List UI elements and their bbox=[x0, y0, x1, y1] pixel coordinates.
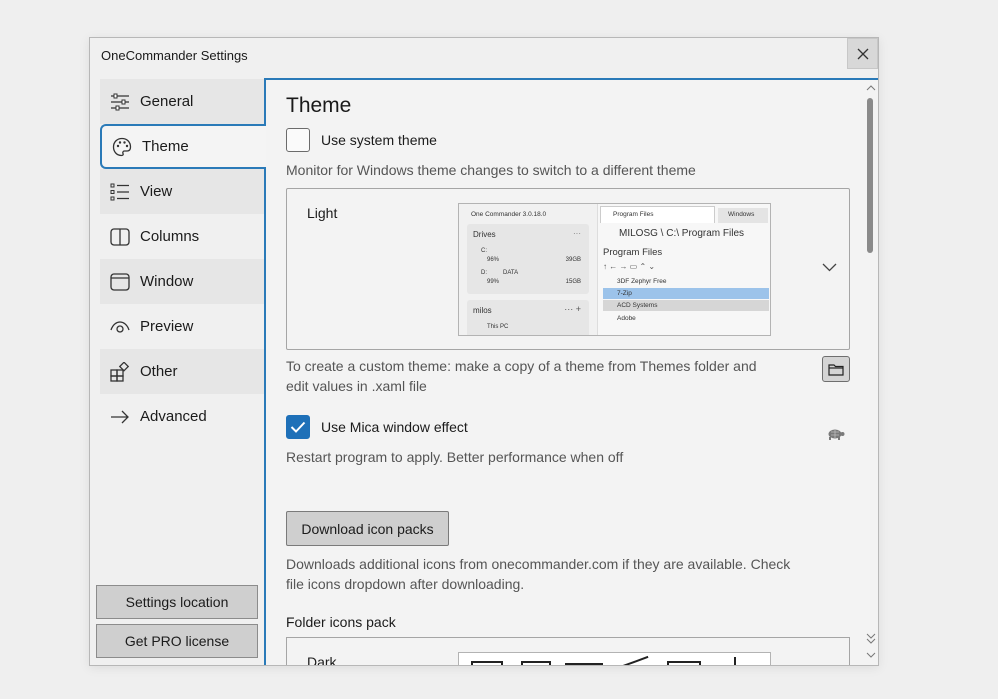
sidebar-item-label: Columns bbox=[140, 228, 200, 245]
use-system-theme-label: Use system theme bbox=[321, 132, 437, 148]
title-bar: OneCommander Settings bbox=[90, 38, 878, 71]
sidebar-item-window[interactable]: Window bbox=[100, 259, 265, 304]
window-title: OneCommander Settings bbox=[101, 48, 248, 63]
preview-file: Adobe bbox=[617, 315, 636, 322]
sliders-icon bbox=[110, 92, 130, 112]
vertical-scrollbar[interactable] bbox=[862, 80, 878, 665]
close-icon bbox=[857, 48, 868, 59]
scroll-thumb[interactable] bbox=[867, 98, 873, 253]
scroll-down-icon[interactable] bbox=[865, 633, 876, 644]
preview-folder-title: Program Files bbox=[603, 247, 663, 258]
preview-path: MILOSG \ C:\ Program Files bbox=[619, 228, 745, 239]
sidebar-item-preview[interactable]: Preview bbox=[100, 304, 265, 349]
palette-icon bbox=[112, 137, 132, 157]
preview-drive-d-name: DATA bbox=[503, 270, 519, 276]
folder-icon bbox=[828, 363, 844, 376]
sidebar-item-advanced[interactable]: Advanced bbox=[100, 394, 265, 439]
eye-icon bbox=[110, 317, 130, 337]
sidebar-item-columns[interactable]: Columns bbox=[100, 214, 265, 259]
preview-drive-d-size: 15GB bbox=[565, 279, 581, 285]
download-icon-packs-button[interactable]: Download icon packs bbox=[286, 511, 449, 546]
use-system-theme-checkbox[interactable] bbox=[286, 128, 310, 152]
system-theme-hint: Monitor for Windows theme changes to swi… bbox=[286, 162, 696, 178]
preview-drive-c-size: 39GB bbox=[565, 257, 581, 263]
scroll-down-small-icon[interactable] bbox=[865, 650, 876, 660]
use-mica-label: Use Mica window effect bbox=[321, 419, 468, 435]
sidebar: General Theme View Columns Window Previe… bbox=[100, 79, 266, 439]
preview-this-pc: This PC bbox=[487, 324, 509, 330]
window-icon bbox=[110, 272, 130, 292]
sidebar-item-label: View bbox=[140, 183, 173, 200]
preview-file: 7-Zip bbox=[617, 290, 632, 297]
checkmark-icon bbox=[290, 421, 306, 433]
use-mica-checkbox[interactable] bbox=[286, 415, 310, 439]
preview-tab-2: Windows bbox=[718, 208, 768, 223]
columns-icon bbox=[110, 227, 130, 247]
list-icon bbox=[110, 182, 130, 202]
chevron-down-icon bbox=[822, 263, 837, 272]
preview-file: ACD Systems bbox=[617, 302, 658, 309]
turtle-icon bbox=[828, 429, 845, 440]
custom-theme-hint: To create a custom theme: make a copy of… bbox=[286, 358, 757, 394]
sidebar-item-label: General bbox=[140, 93, 194, 110]
page-title: Theme bbox=[286, 94, 352, 117]
settings-window: OneCommander Settings General Theme View bbox=[89, 37, 879, 666]
sidebar-item-general[interactable]: General bbox=[100, 79, 265, 124]
mica-hint: Restart program to apply. Better perform… bbox=[286, 449, 624, 465]
sidebar-item-view[interactable]: View bbox=[100, 169, 265, 214]
preview-drive-d-pct: 99% bbox=[487, 279, 500, 285]
preview-drive-c-pct: 96% bbox=[487, 257, 500, 263]
preview-tab-1: Program Files bbox=[600, 206, 715, 223]
close-button[interactable] bbox=[847, 38, 878, 69]
theme-dropdown[interactable]: Light One Commander 3.0.18.0 Drives ··· … bbox=[286, 188, 850, 350]
folder-icons-pack-label: Folder icons pack bbox=[286, 614, 396, 630]
scroll-up-icon[interactable] bbox=[865, 83, 876, 93]
open-themes-folder-button[interactable] bbox=[822, 356, 850, 382]
sidebar-item-label: Other bbox=[140, 363, 178, 380]
sidebar-item-theme[interactable]: Theme bbox=[100, 124, 266, 169]
preview-file: 3DF Zephyr Free bbox=[617, 278, 667, 285]
arrow-right-icon bbox=[110, 407, 130, 427]
folder-icons-dropdown[interactable]: Dark bbox=[286, 637, 850, 666]
preview-app-title: One Commander 3.0.18.0 bbox=[471, 211, 547, 218]
theme-selected-value: Light bbox=[307, 205, 338, 221]
preview-user: milos bbox=[473, 306, 492, 315]
sidebar-item-label: Window bbox=[140, 273, 194, 290]
preview-drive-c: C: bbox=[481, 248, 487, 254]
folder-icons-preview bbox=[458, 652, 771, 665]
get-pro-license-button[interactable]: Get PRO license bbox=[96, 624, 258, 658]
sidebar-item-label: Preview bbox=[140, 318, 194, 335]
theme-preview-image: One Commander 3.0.18.0 Drives ··· C: 96%… bbox=[458, 203, 771, 336]
folder-icons-selected-value: Dark bbox=[307, 654, 337, 666]
preview-drive-d: D: bbox=[481, 270, 487, 276]
theme-panel: Theme Use system theme Monitor for Windo… bbox=[264, 78, 878, 666]
apps-icon bbox=[110, 361, 130, 382]
download-hint: Downloads additional icons from onecomma… bbox=[286, 556, 791, 592]
sidebar-item-label: Theme bbox=[142, 138, 189, 155]
sidebar-item-label: Advanced bbox=[140, 408, 207, 425]
sidebar-item-other[interactable]: Other bbox=[100, 349, 265, 394]
settings-location-button[interactable]: Settings location bbox=[96, 585, 258, 619]
preview-drives-label: Drives bbox=[473, 230, 496, 239]
